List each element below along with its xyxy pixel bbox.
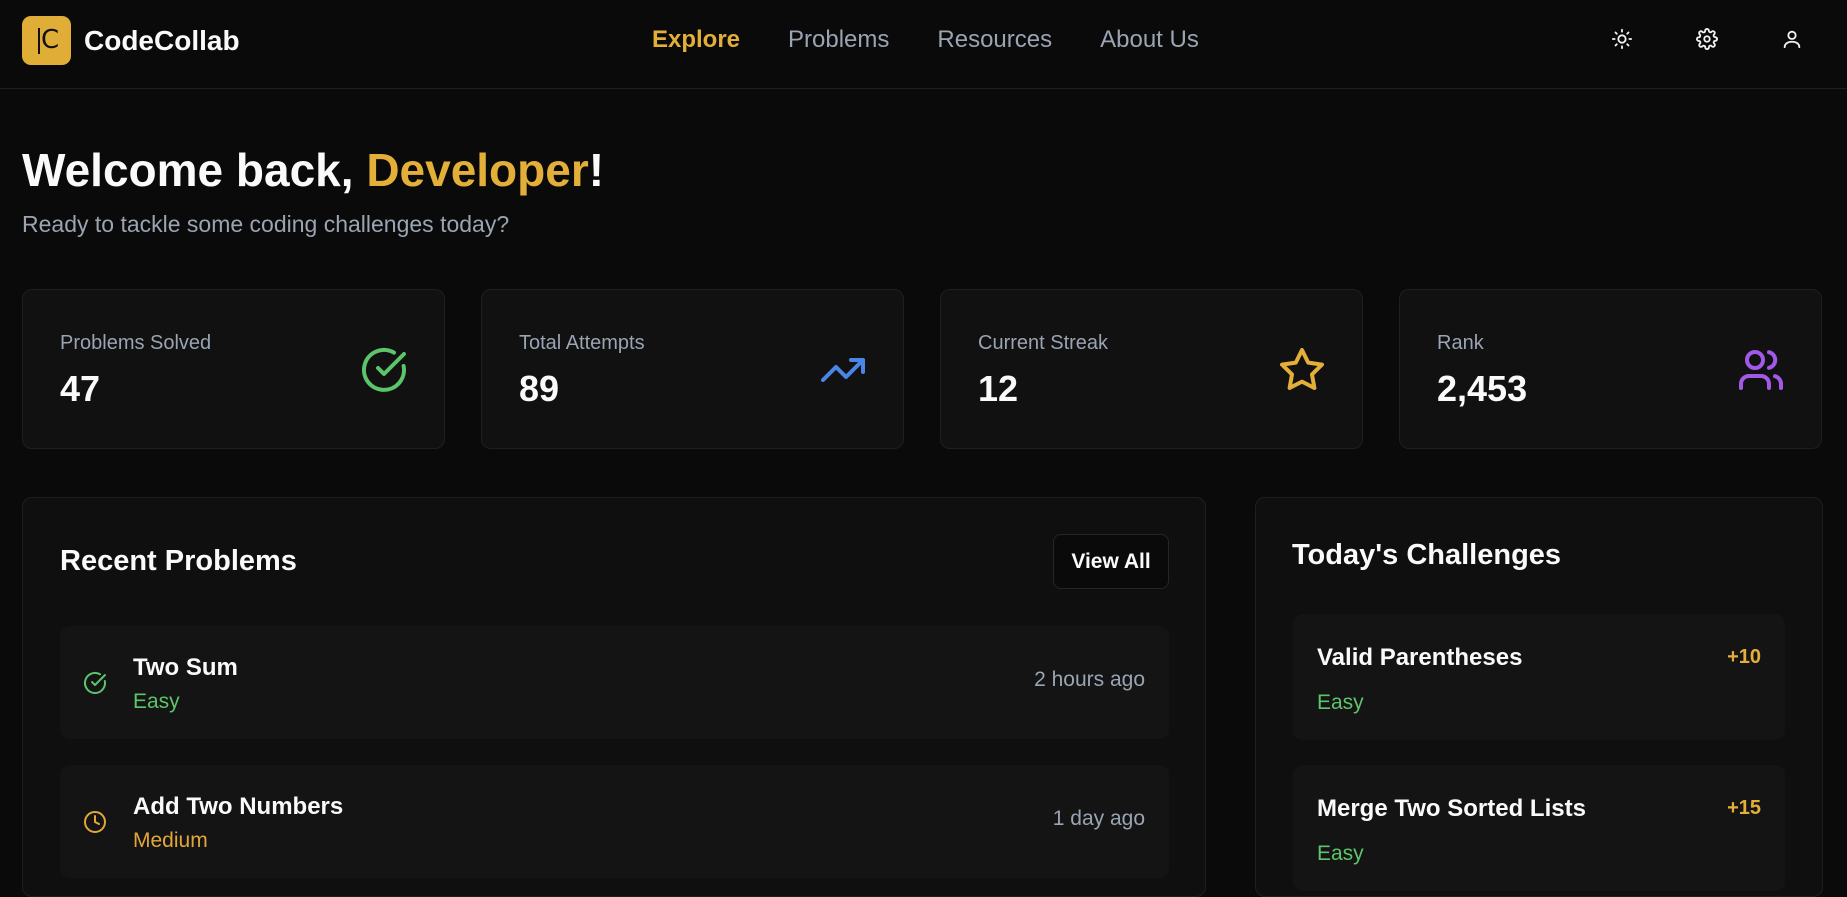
- welcome-prefix: Welcome back,: [22, 144, 367, 196]
- stat-card-total-attempts: Total Attempts 89: [481, 289, 904, 449]
- star-icon: [1280, 348, 1324, 390]
- gear-icon[interactable]: [1693, 25, 1721, 53]
- users-icon: [1739, 350, 1784, 390]
- stat-card-problems-solved: Problems Solved 47: [22, 289, 445, 449]
- nav-item-resources[interactable]: Resources: [937, 26, 1052, 54]
- main-nav: Explore Problems Resources About Us: [652, 26, 1247, 54]
- problem-row[interactable]: Add Two Numbers Medium 1 day ago: [60, 765, 1169, 878]
- problem-name: Add Two Numbers: [133, 793, 344, 820]
- stat-value: 12: [978, 368, 1019, 409]
- logo-letter: C: [41, 25, 60, 55]
- stat-value: 2,453: [1437, 368, 1528, 409]
- recent-problems-title: Recent Problems: [60, 545, 297, 577]
- nav-item-about-us[interactable]: About Us: [1100, 26, 1199, 54]
- stat-card-current-streak: Current Streak 12: [940, 289, 1363, 449]
- stat-label: Current Streak: [978, 332, 1109, 354]
- difficulty-label: Easy: [133, 690, 180, 713]
- stat-card-rank: Rank 2,453: [1399, 289, 1822, 449]
- trending-up-icon: [821, 358, 865, 382]
- difficulty-label: Medium: [133, 829, 208, 852]
- sun-icon[interactable]: [1608, 25, 1636, 53]
- stat-label: Problems Solved: [60, 332, 212, 354]
- view-all-button[interactable]: View All: [1053, 534, 1169, 589]
- challenge-points: +10: [1727, 646, 1761, 668]
- problem-name: Two Sum: [133, 654, 238, 681]
- challenge-name: Valid Parentheses: [1317, 644, 1523, 671]
- difficulty-label: Easy: [1317, 691, 1364, 714]
- nav-item-problems[interactable]: Problems: [788, 26, 889, 54]
- problem-time: 1 day ago: [1052, 807, 1145, 830]
- logo-icon: C: [22, 16, 71, 65]
- welcome-username: Developer: [366, 144, 589, 196]
- todays-challenges-title: Today's Challenges: [1292, 539, 1562, 571]
- welcome-subtitle: Ready to tackle some coding challenges t…: [22, 211, 510, 237]
- problem-time: 2 hours ago: [1034, 668, 1145, 691]
- challenge-item[interactable]: Merge Two Sorted Lists +15 Easy: [1293, 765, 1785, 891]
- check-circle-icon: [362, 347, 406, 392]
- stat-label: Rank: [1437, 332, 1484, 354]
- brand-logo-link[interactable]: C CodeCollab: [22, 16, 240, 65]
- stat-value: 47: [60, 368, 101, 409]
- header-actions: [1608, 25, 1806, 53]
- stat-label: Total Attempts: [519, 332, 645, 354]
- clock-icon: [84, 811, 106, 833]
- brand-name: CodeCollab: [84, 24, 240, 56]
- welcome-suffix: !: [588, 144, 605, 196]
- challenge-name: Merge Two Sorted Lists: [1317, 795, 1586, 822]
- stat-value: 89: [519, 368, 560, 409]
- difficulty-label: Easy: [1317, 842, 1364, 865]
- challenge-item[interactable]: Valid Parentheses +10 Easy: [1293, 614, 1785, 740]
- nav-item-explore[interactable]: Explore: [652, 26, 740, 54]
- welcome-heading: Welcome back, Developer!: [22, 143, 604, 197]
- check-circle-icon: [84, 671, 106, 694]
- user-icon[interactable]: [1778, 25, 1806, 53]
- top-navbar: C CodeCollab Explore Problems Resources …: [0, 0, 1847, 89]
- challenge-points: +15: [1727, 797, 1761, 819]
- problem-row[interactable]: Two Sum Easy 2 hours ago: [60, 626, 1169, 739]
